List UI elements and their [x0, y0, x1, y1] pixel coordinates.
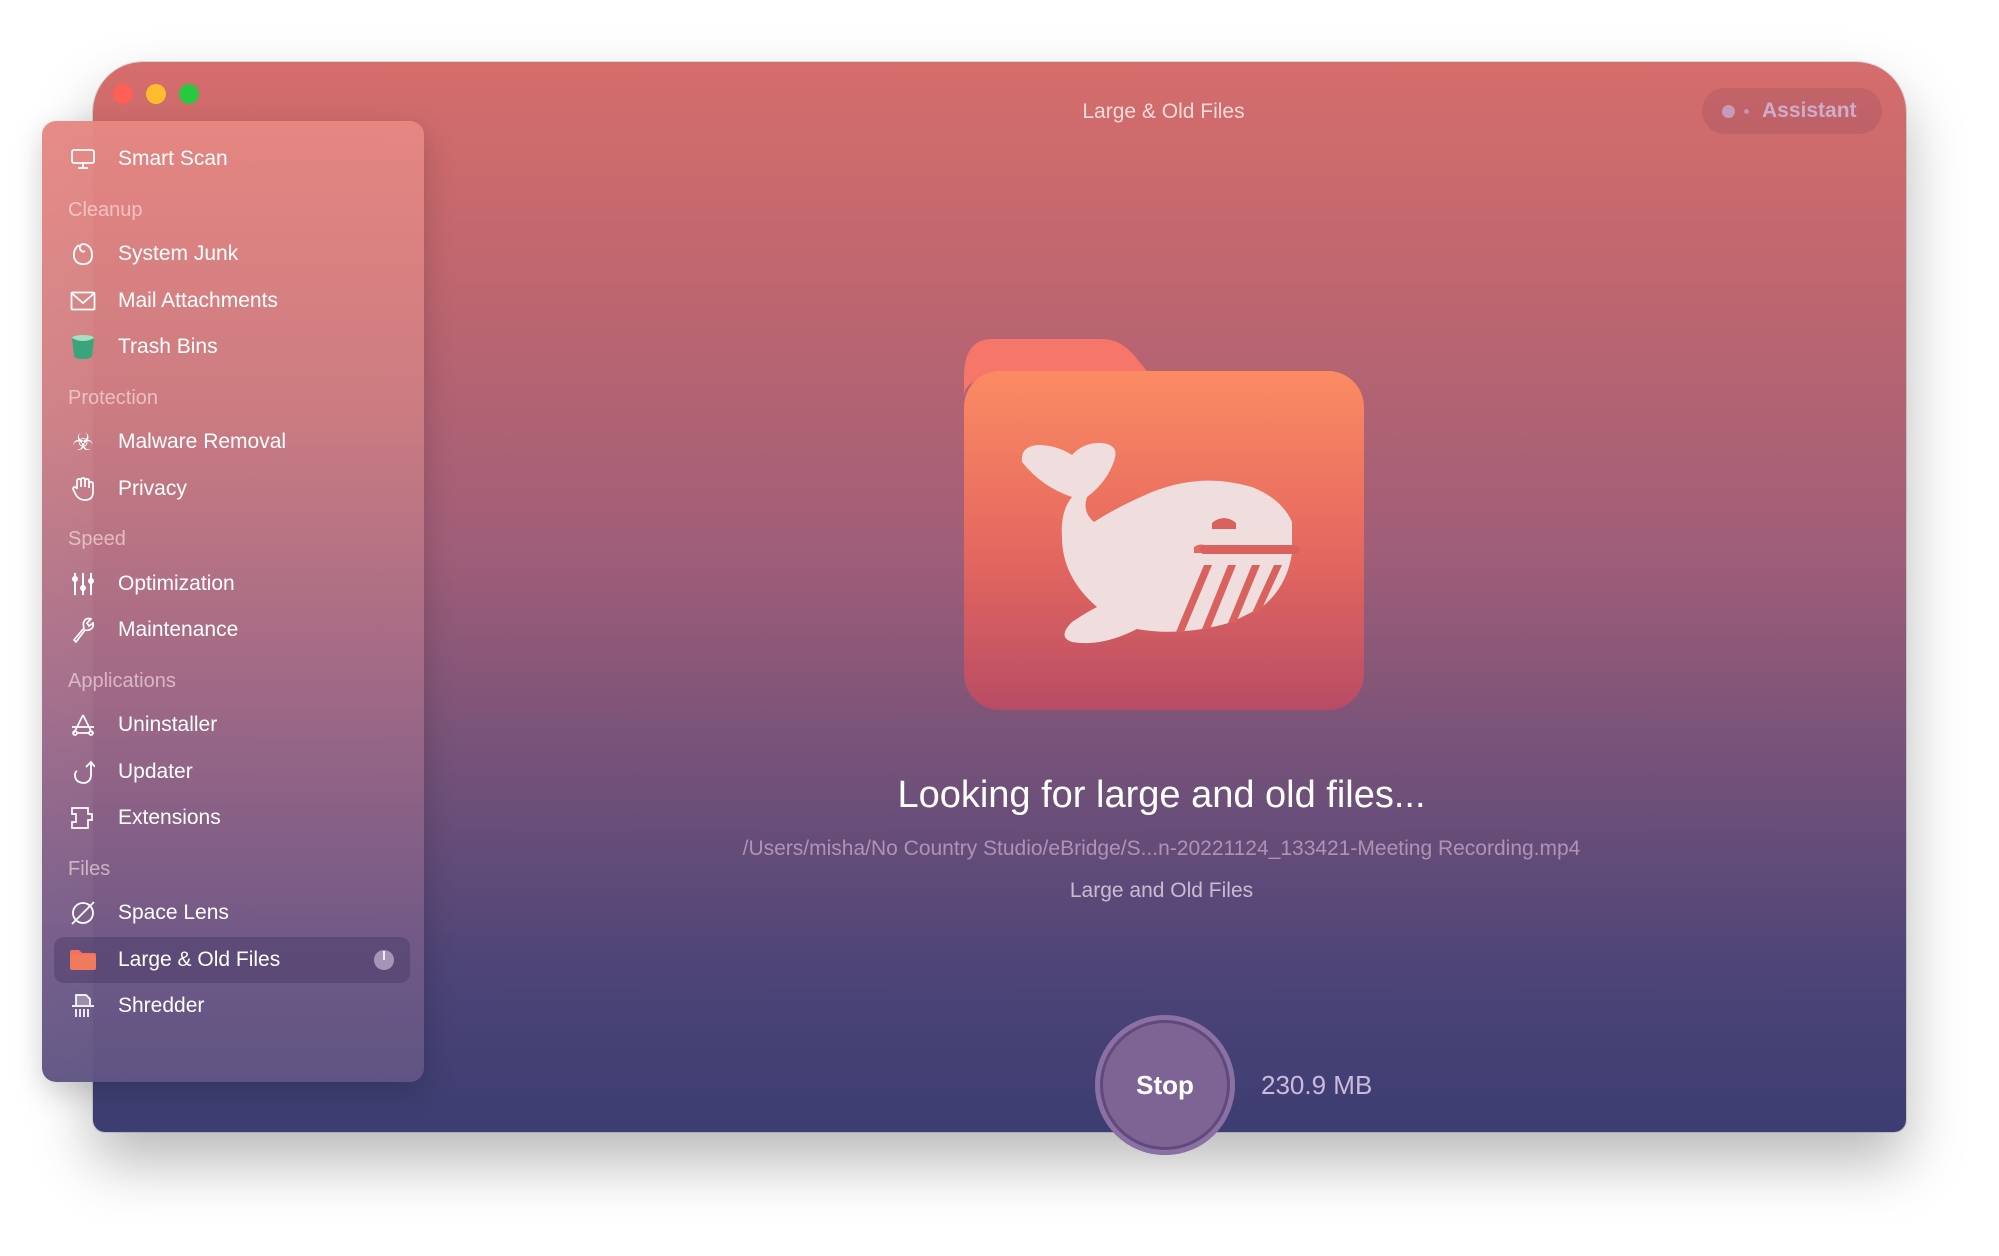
hand-icon [68, 474, 98, 504]
sidebar-section-files: Files [68, 858, 111, 880]
sidebar-item-privacy[interactable]: Privacy [54, 466, 410, 512]
monitor-icon [68, 144, 98, 174]
sidebar-item-maintenance[interactable]: Maintenance [54, 607, 410, 653]
current-file-path-text: /Users/misha/No Country Studio/eBridge/S… [742, 837, 1581, 860]
assistant-button[interactable]: Assistant [1702, 88, 1882, 134]
stop-button[interactable]: Stop [1095, 1015, 1235, 1155]
sidebar-item-updater[interactable]: Updater [54, 749, 410, 795]
sidebar-item-label: Uninstaller [118, 713, 218, 736]
sidebar-item-label: Large & Old Files [118, 948, 281, 971]
sidebar-item-label: Extensions [118, 806, 221, 829]
folder-icon [68, 945, 98, 975]
trash-icon [68, 332, 98, 362]
sidebar-item-mail-attachments[interactable]: Mail Attachments [54, 278, 410, 324]
sidebar-item-label: Updater [118, 760, 193, 783]
large-old-files-folder-icon [964, 339, 1364, 710]
wrench-icon [68, 615, 98, 645]
scan-status-text: Looking for large and old files... [897, 774, 1426, 816]
system-junk-icon [68, 239, 98, 269]
assistant-dot-icon [1722, 104, 1735, 118]
sidebar-item-label: System Junk [118, 242, 239, 265]
uninstaller-icon [68, 710, 98, 740]
sidebar-section-speed: Speed [68, 528, 126, 550]
shredder-icon [68, 991, 98, 1021]
sidebar-item-label: Mail Attachments [118, 289, 278, 312]
sidebar-item-space-lens[interactable]: Space Lens [54, 890, 410, 936]
window-title-text: Large & Old Files [1082, 100, 1245, 123]
sliders-icon [68, 569, 98, 599]
sidebar-item-optimization[interactable]: Optimization [54, 561, 410, 607]
sidebar-item-trash-bins[interactable]: Trash Bins [54, 324, 410, 370]
sidebar-item-system-junk[interactable]: System Junk [54, 231, 410, 277]
found-size: 230.9 MB [1261, 1070, 1373, 1100]
sidebar-item-label: Smart Scan [118, 147, 228, 170]
sidebar-section-protection: Protection [68, 387, 159, 409]
planet-icon [68, 898, 98, 928]
sidebar-section-cleanup: Cleanup [68, 199, 143, 221]
sidebar-item-extensions[interactable]: Extensions [54, 795, 410, 841]
sidebar-item-label: Optimization [118, 572, 235, 595]
sidebar-item-shredder[interactable]: Shredder [54, 983, 410, 1029]
sidebar-item-label: Shredder [118, 994, 205, 1017]
sidebar-item-smart-scan[interactable]: Smart Scan [54, 136, 410, 182]
sidebar: Smart Scan Cleanup System Junk Mail Atta… [42, 121, 424, 1082]
sidebar-item-label: Malware Removal [118, 430, 287, 453]
biohazard-icon: ☣ [72, 428, 94, 456]
envelope-icon [68, 286, 98, 316]
sidebar-item-label: Trash Bins [118, 335, 218, 358]
assistant-label: Assistant [1762, 99, 1857, 122]
scan-module-text: Large and Old Files [1069, 879, 1254, 902]
sidebar-item-label: Maintenance [118, 618, 239, 641]
sidebar-item-label: Space Lens [118, 901, 229, 924]
puzzle-icon [68, 803, 98, 833]
sidebar-item-large-old-files[interactable]: Large & Old Files [54, 937, 410, 983]
sidebar-section-applications: Applications [68, 670, 176, 692]
scan-progress-icon [374, 950, 394, 970]
assistant-small-dot-icon [1744, 108, 1749, 114]
sidebar-item-uninstaller[interactable]: Uninstaller [54, 702, 410, 748]
update-arrow-icon [68, 757, 98, 787]
sidebar-item-label: Privacy [118, 477, 187, 500]
sidebar-item-malware-removal[interactable]: ☣ Malware Removal [54, 419, 410, 465]
